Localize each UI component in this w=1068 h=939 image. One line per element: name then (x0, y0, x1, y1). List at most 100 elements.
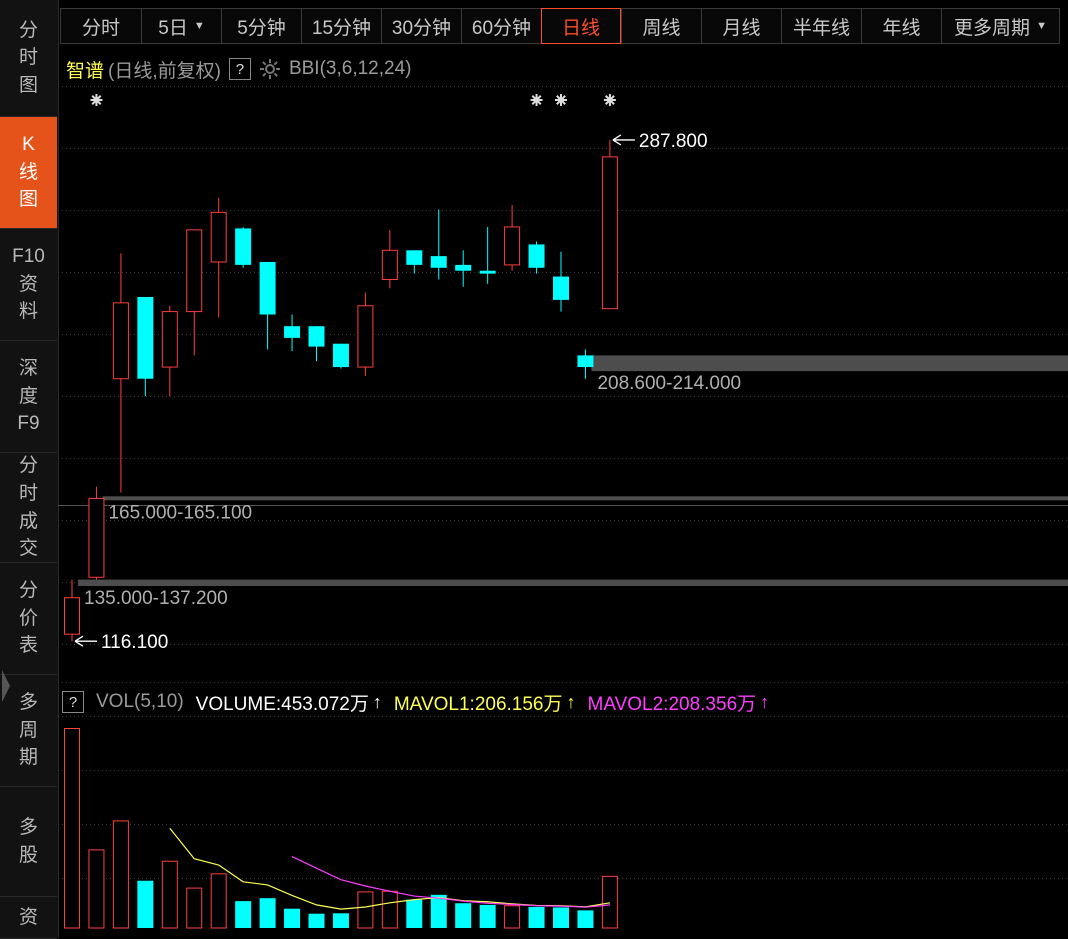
sidebar-item-char: 图 (18, 189, 38, 211)
period-tab[interactable]: 15分钟 (301, 8, 381, 44)
star-marker-icon (530, 94, 543, 106)
sidebar-item[interactable]: 多股 (0, 787, 57, 897)
period-tab-label: 半年线 (792, 17, 850, 39)
candle-body-up (357, 305, 374, 368)
volume-help-button[interactable]: ? (62, 691, 84, 713)
candle-body-down (137, 297, 154, 379)
candle-body-down (406, 250, 423, 265)
volume-bar-up (381, 890, 398, 929)
candle-body-down (235, 228, 252, 265)
period-tab[interactable]: 周线 (621, 8, 701, 44)
period-tab[interactable]: 半年线 (781, 8, 861, 44)
period-tab-label: 月线 (722, 17, 761, 39)
chevron-down-icon: ▼ (1036, 20, 1047, 32)
volume-value: VOLUME:453.072万 (195, 693, 369, 715)
sidebar-item-char: F9 (17, 413, 40, 435)
chart-header: 智谱 (日线,前复权) ? BBI(3,6,12,24) (66, 56, 411, 82)
period-tab[interactable]: 日线 (541, 8, 621, 44)
period-tab[interactable]: 月线 (701, 8, 781, 44)
sidebar-item-char: K (22, 134, 35, 156)
sidebar-item-char: 多 (18, 816, 38, 838)
candle-body-up (161, 311, 178, 368)
volume-bar-down (479, 904, 496, 928)
period-tab[interactable]: 5分钟 (221, 8, 301, 44)
candle-body-up (504, 226, 521, 266)
sidebar-item[interactable]: 深度 F9 (0, 341, 57, 453)
sidebar-item[interactable]: 分价表 (0, 563, 57, 675)
sidebar-item-char: 周 (18, 719, 38, 741)
period-tab[interactable]: 更多周期 ▼ (941, 8, 1060, 44)
sidebar-item-char: 度 (18, 385, 38, 407)
gear-icon[interactable] (259, 58, 281, 80)
period-tab-label: 年线 (882, 17, 921, 39)
volume-bar-down (577, 910, 594, 928)
sidebar-item-char: 成 (18, 510, 38, 532)
up-arrow-icon: ↑ (566, 691, 576, 712)
volume-bar-up (504, 905, 521, 929)
period-tab-label: 30分钟 (391, 17, 452, 39)
sidebar-item-char: 分 (18, 19, 38, 41)
volume-bar-down (308, 913, 325, 928)
volume-bar-down (259, 898, 276, 928)
candle-body-up (186, 229, 203, 313)
volume-bar-down (137, 880, 154, 928)
volume-bar-up (186, 887, 203, 929)
help-button[interactable]: ? (228, 58, 251, 80)
period-tab-bar: 分时 5日 ▼ 5分钟 15分钟 30分钟 60分钟 日线 周线 月线 半年线 年线 更多周期 ▼ (60, 8, 1060, 46)
sidebar-item-char: 料 (18, 301, 38, 323)
sidebar-item-char: 多 (18, 692, 38, 714)
volume-indicator-name[interactable]: VOL(5,10) (96, 691, 184, 713)
volume-bar-down (430, 894, 447, 928)
period-tab-label: 更多周期 (954, 17, 1031, 39)
adjust-mode: (日线,前复权) (108, 60, 221, 82)
candle-body-down (528, 244, 545, 268)
sidebar-item-char: 资 (18, 273, 38, 295)
sidebar-item-char: F10 (12, 246, 45, 268)
volume-bar-down (528, 907, 545, 928)
sidebar-item-char: 时 (18, 47, 38, 69)
candle-body-up (210, 211, 227, 263)
volume-bar-up (112, 820, 129, 929)
candle-body-down (430, 256, 447, 268)
candle-body-up (112, 302, 129, 380)
sidebar-item[interactable]: 分时成交 (0, 453, 57, 563)
period-tab[interactable]: 5日 ▼ (141, 8, 221, 44)
sidebar-item[interactable]: 资 (0, 897, 57, 939)
mavol1-value: MAVOL1:206.156万 (393, 693, 563, 715)
sidebar-item-char: 深 (18, 358, 38, 380)
up-arrow-icon: ↑ (372, 691, 382, 712)
volume-chart[interactable] (58, 716, 1068, 938)
sidebar-item[interactable]: F10 资料 (0, 229, 57, 341)
period-tab[interactable]: 60分钟 (461, 8, 541, 44)
sidebar-item-char: 交 (18, 538, 38, 560)
sidebar-item-char: 分 (18, 455, 38, 477)
period-tab[interactable]: 年线 (861, 8, 941, 44)
sidebar-expand-arrow-icon[interactable] (2, 670, 10, 702)
period-tab-label: 60分钟 (471, 17, 532, 39)
chevron-down-icon: ▼ (193, 20, 205, 32)
sidebar-item[interactable]: K线图 (0, 117, 57, 229)
sidebar-item-char: 资 (18, 906, 38, 928)
candle-body-down (332, 343, 349, 368)
volume-bar-down (406, 899, 423, 928)
candle-body-down (553, 276, 569, 300)
volume-bar-down (235, 901, 252, 928)
volume-bar-up (88, 849, 105, 929)
sidebar-item[interactable]: 分时图 (0, 0, 57, 117)
stock-name: 智谱 (66, 60, 105, 82)
candle-body-down (308, 326, 325, 347)
volume-bar-up (64, 728, 80, 929)
price-chart[interactable]: 135.000-137.200 165.000-165.100 208.600-21… (58, 86, 1068, 683)
star-marker-icon (603, 94, 616, 106)
period-tab-label: 5日 (158, 17, 188, 39)
period-tab[interactable]: 分时 (60, 8, 141, 44)
candle-body-up (88, 497, 105, 578)
gap-band-label: 165.000-165.100 (108, 502, 252, 523)
sidebar-item-char: 图 (18, 74, 38, 96)
period-tab-label: 日线 (561, 17, 600, 39)
candle-body-up (64, 597, 80, 635)
volume-header: ? VOL(5,10) VOLUME:453.072万 ↑ MAVOL1:206… (62, 689, 769, 715)
indicator-name[interactable]: BBI(3,6,12,24) (289, 58, 412, 80)
sidebar-item-char: 分 (18, 580, 38, 602)
period-tab[interactable]: 30分钟 (381, 8, 461, 44)
